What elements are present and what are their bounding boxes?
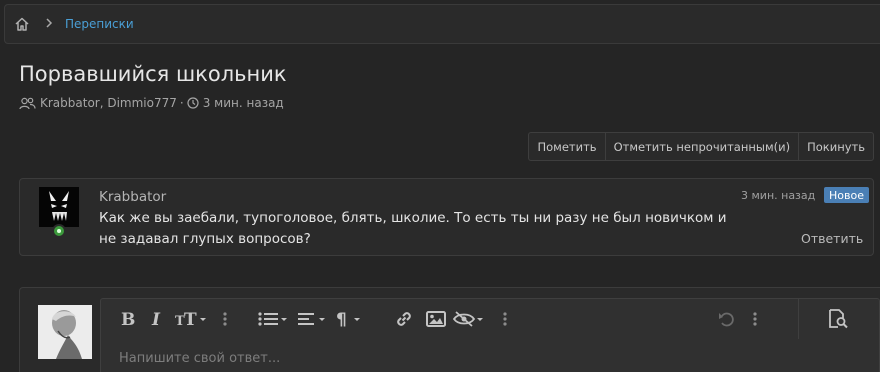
conversation-time: 3 мин. назад <box>202 96 284 110</box>
bold-icon[interactable]: B <box>119 307 137 331</box>
page-title: Порвавшийся школьник <box>19 62 287 86</box>
message-author[interactable]: Krabbator <box>99 189 166 205</box>
breadcrumb: Переписки <box>4 4 880 44</box>
image-icon[interactable] <box>425 307 447 331</box>
svg-text:B: B <box>121 310 135 328</box>
svg-text:I: I <box>151 310 161 328</box>
leave-button[interactable]: Покинуть <box>798 133 873 160</box>
avatar[interactable] <box>39 187 79 227</box>
users-icon <box>19 97 36 109</box>
list-icon[interactable] <box>258 307 290 331</box>
chevron-right-icon <box>45 17 53 31</box>
mark-button[interactable]: Пометить <box>529 133 604 160</box>
message: Krabbator 3 мин. назад Новое Как же вы з… <box>19 178 874 256</box>
breadcrumb-link-conversations[interactable]: Переписки <box>65 17 134 31</box>
avatar <box>38 305 92 359</box>
meta-separator: · <box>179 96 184 110</box>
hide-content-icon[interactable] <box>453 307 487 331</box>
reply-editor: B I T T ¶ Напишите свой ответ... <box>100 298 880 372</box>
undo-icon[interactable] <box>717 307 737 331</box>
more-vertical-icon[interactable] <box>751 307 759 331</box>
mark-unread-button[interactable]: Отметить непрочитанным(и) <box>604 133 799 160</box>
new-badge: Новое <box>824 187 869 203</box>
more-vertical-icon[interactable] <box>501 307 509 331</box>
conversation-meta: Krabbator, Dimmio777 · 3 мин. назад <box>19 95 284 111</box>
participants[interactable]: Krabbator, Dimmio777 <box>40 96 177 110</box>
editor-toolbar: B I T T ¶ <box>101 299 879 339</box>
svg-text:T: T <box>184 310 197 328</box>
online-status-icon <box>52 224 66 238</box>
link-icon[interactable] <box>393 307 415 331</box>
reply-form: B I T T ¶ Напишите свой ответ... <box>19 287 880 372</box>
italic-icon[interactable]: I <box>150 307 164 331</box>
text-size-icon[interactable]: T T <box>175 307 209 331</box>
clock-icon <box>187 97 199 109</box>
more-vertical-icon[interactable] <box>221 307 229 331</box>
reply-input[interactable]: Напишите свой ответ... <box>119 351 280 366</box>
conversation-actions: Пометить Отметить непрочитанным(и) Покин… <box>528 132 874 161</box>
message-text: Как же вы заебали, тупоголовое, блять, ш… <box>99 210 727 247</box>
message-time[interactable]: 3 мин. назад <box>741 189 815 202</box>
svg-text:¶: ¶ <box>336 310 347 328</box>
align-icon[interactable] <box>298 307 330 331</box>
home-icon[interactable] <box>13 15 31 33</box>
preview-icon[interactable] <box>798 299 878 339</box>
reply-button[interactable]: Ответить <box>801 231 863 246</box>
paragraph-icon[interactable]: ¶ <box>336 307 364 331</box>
